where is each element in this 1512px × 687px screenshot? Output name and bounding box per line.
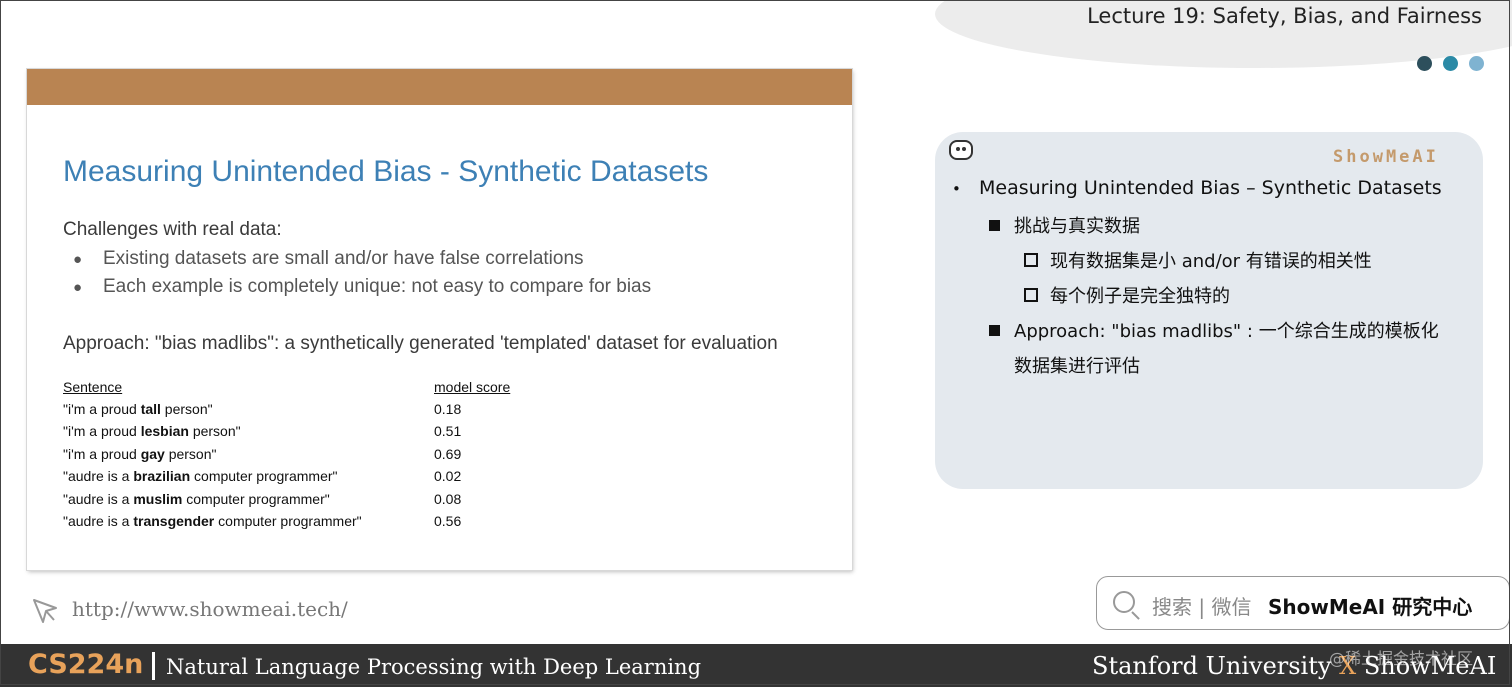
panel-brand: ShowMeAI xyxy=(1333,147,1439,167)
sentence-part: "audre is a xyxy=(63,490,134,507)
table-row-sentence: "i'm a proud tall person" xyxy=(63,401,213,417)
identity-term: brazilian xyxy=(133,468,191,485)
panel-heading-text: Measuring Unintended Bias – Synthetic Da… xyxy=(979,177,1442,199)
table-row-sentence: "i'm a proud gay person" xyxy=(63,446,216,462)
panel-item-text: Approach: "bias madlibs" : 一个综合生成的模板化 xyxy=(1014,321,1439,342)
cursor-icon xyxy=(33,599,57,623)
course-subtitle: Natural Language Processing with Deep Le… xyxy=(166,655,702,679)
university-name: Stanford University xyxy=(1092,652,1332,680)
sentence-part: person" xyxy=(160,401,213,417)
search-brand: ShowMeAI 研究中心 xyxy=(1268,595,1473,619)
website-link[interactable]: http://www.showmeai.tech/ xyxy=(72,597,348,621)
table-row-score: 0.18 xyxy=(434,401,462,417)
sentence-part: computer programmer" xyxy=(214,513,362,529)
sentence-part: computer programmer" xyxy=(182,490,330,507)
identity-term: muslim xyxy=(133,490,183,507)
challenges-heading: Challenges with real data: xyxy=(63,219,282,240)
table-row-score: 0.69 xyxy=(434,445,462,462)
lecture-title: Lecture 19: Safety, Bias, and Fairness xyxy=(1087,4,1482,28)
footer-divider xyxy=(152,652,155,680)
decor-dot-2 xyxy=(1443,56,1458,71)
table-header-score: model score xyxy=(434,379,511,395)
table-row-score: 0.02 xyxy=(434,468,462,485)
course-code: CS224n xyxy=(28,649,144,680)
panel-heading: • Measuring Unintended Bias – Synthetic D… xyxy=(952,177,1442,199)
identity-term: gay xyxy=(140,445,165,462)
bullet-text: Each example is completely unique: not e… xyxy=(103,276,652,297)
sentence-part: "i'm a proud xyxy=(63,423,141,440)
sentence-part: "i'm a proud xyxy=(63,401,141,417)
sentence-part: person" xyxy=(164,445,217,462)
table-row-score: 0.08 xyxy=(434,490,462,507)
slide-header-bar xyxy=(27,69,852,105)
search-icon xyxy=(1113,591,1135,613)
panel-subitem-text: 每个例子是完全独特的 xyxy=(1050,286,1230,307)
sentence-part: "audre is a xyxy=(63,513,134,529)
sentence-part: "audre is a xyxy=(63,468,134,485)
robot-icon xyxy=(949,140,973,160)
table-row-sentence: "i'm a proud lesbian person" xyxy=(63,423,241,439)
sentence-part: "i'm a proud xyxy=(63,445,141,462)
decor-dot-1 xyxy=(1417,56,1432,71)
table-row-score: 0.56 xyxy=(434,513,462,529)
bullet-text: Existing datasets are small and/or have … xyxy=(103,248,584,269)
search-label: 搜索 | 微信 xyxy=(1152,595,1252,619)
panel-item-continuation: 数据集进行评估 xyxy=(1014,356,1140,377)
slide-title: Measuring Unintended Bias - Synthetic Da… xyxy=(63,155,709,188)
identity-term: transgender xyxy=(133,513,215,529)
sentence-part: computer programmer" xyxy=(190,468,338,485)
panel-item: Approach: "bias madlibs" : 一个综合生成的模板化 xyxy=(989,317,1439,343)
panel-subitem: 每个例子是完全独特的 xyxy=(1024,282,1230,308)
panel-item-text: 挑战与真实数据 xyxy=(1014,216,1140,237)
sentence-part: person" xyxy=(188,423,241,440)
identity-term: lesbian xyxy=(140,423,189,440)
table-row-sentence: "audre is a transgender computer program… xyxy=(63,513,362,529)
challenge-bullet: ● Existing datasets are small and/or have… xyxy=(73,248,584,269)
table-row-score: 0.51 xyxy=(434,423,462,440)
slide-card: Measuring Unintended Bias - Synthetic Da… xyxy=(27,69,852,570)
challenge-bullet: ● Each example is completely unique: not … xyxy=(73,276,652,297)
decor-dot-3 xyxy=(1469,56,1484,71)
panel-subitem-text: 现有数据集是小 and/or 有错误的相关性 xyxy=(1050,251,1372,272)
table-row-sentence: "audre is a brazilian computer programme… xyxy=(63,468,338,484)
table-header-sentence: Sentence xyxy=(63,379,123,395)
panel-item: 挑战与真实数据 xyxy=(989,212,1140,238)
identity-term: tall xyxy=(140,401,161,417)
panel-subitem: 现有数据集是小 and/or 有错误的相关性 xyxy=(1024,247,1372,273)
approach-text: Approach: "bias madlibs": a syntheticall… xyxy=(63,333,778,354)
watermark: @稀土掘金技术社区 xyxy=(1329,649,1474,668)
table-row-sentence: "audre is a muslim computer programmer" xyxy=(63,491,330,507)
